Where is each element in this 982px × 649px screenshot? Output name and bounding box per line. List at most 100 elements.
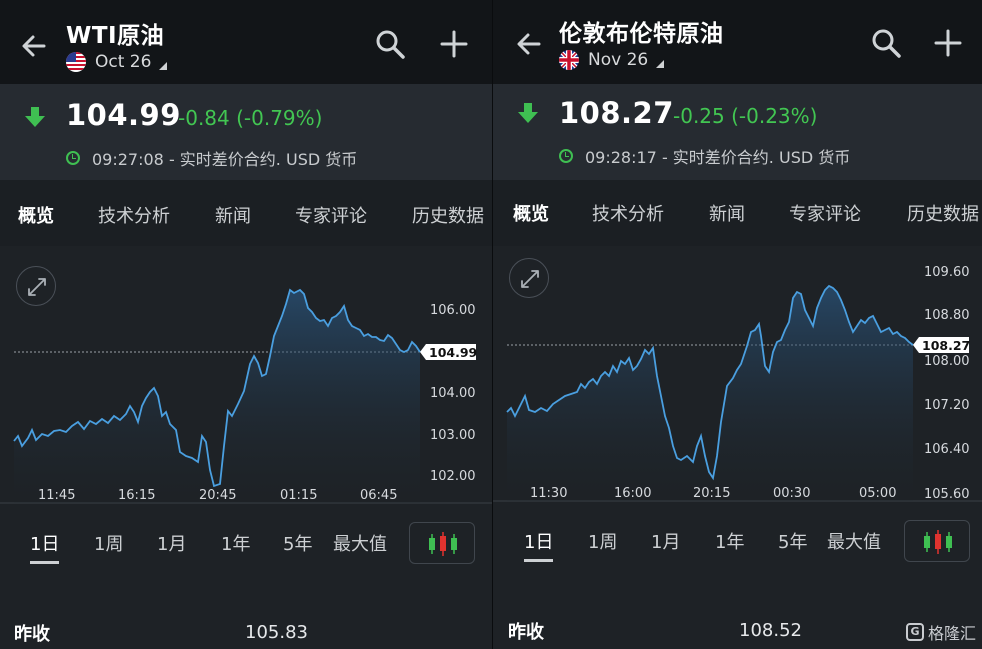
timeframe-1w[interactable]: 1周 [588, 528, 617, 554]
x-tick-label: 11:30 [530, 486, 567, 501]
price-chart[interactable]: 106.00 104.00 103.00 102.00 104.99 11:45… [0, 246, 492, 516]
x-tick-label: 20:15 [693, 486, 730, 501]
brent-panel: 伦敦布伦特原油 Nov 26 108.27 -0.25 (-0.23%) 09:… [493, 0, 982, 649]
tab-overview[interactable]: 概览 [18, 202, 54, 228]
add-watchlist-icon[interactable] [440, 30, 468, 58]
tab-bar: 概览 技术分析 新闻 专家评论 历史数据 [0, 180, 492, 246]
area-fill [507, 286, 913, 501]
y-tick-label: 109.60 [924, 265, 970, 280]
expand-chart-button[interactable] [509, 258, 549, 298]
quote-time: 09:27:08 - 实时差价合约. USD 货币 [66, 146, 357, 170]
prev-close-value: 105.83 [245, 622, 308, 643]
watermark-text: 格隆汇 [927, 624, 976, 643]
prev-close-value: 108.52 [739, 620, 802, 641]
price-change: -0.25 (-0.23%) [673, 104, 818, 128]
search-icon[interactable] [374, 28, 406, 60]
quote-time-text: 09:28:17 - 实时差价合约. USD 货币 [585, 148, 851, 167]
x-tick-label: 16:15 [118, 488, 155, 503]
timeframe-1d[interactable]: 1日 [30, 530, 60, 564]
y-tick-label: 106.40 [924, 442, 970, 457]
timeframe-max[interactable]: 最大值 [333, 530, 387, 556]
dropdown-corner-icon [159, 62, 168, 70]
tab-technical[interactable]: 技术分析 [592, 200, 664, 226]
timeframe-1w[interactable]: 1周 [94, 530, 123, 556]
x-tick-label: 00:30 [773, 486, 810, 501]
timeframe-1d[interactable]: 1日 [524, 528, 554, 562]
last-price: 104.99 [66, 98, 181, 132]
tab-technical[interactable]: 技术分析 [98, 202, 170, 228]
prev-close-label: 昨收 [508, 622, 544, 643]
area-fill [14, 290, 420, 503]
clock-icon [66, 151, 80, 165]
last-price: 108.27 [559, 96, 674, 130]
top-bar: WTI原油 Oct 26 [0, 0, 492, 84]
candlestick-toggle-button[interactable] [904, 520, 970, 562]
x-tick-label: 11:45 [38, 488, 75, 503]
y-tick-label: 107.20 [924, 398, 970, 413]
x-tick-label: 01:15 [280, 488, 317, 503]
contract-expiry: Nov 26 [588, 50, 649, 70]
tab-history[interactable]: 历史数据 [907, 200, 979, 226]
contract-selector[interactable]: Oct 26 [66, 52, 168, 72]
watermark: G 格隆汇 [905, 620, 976, 644]
quote-time-text: 09:27:08 - 实时差价合约. USD 货币 [92, 150, 358, 169]
tab-analysis[interactable]: 专家评论 [295, 202, 367, 228]
expand-chart-button[interactable] [16, 266, 56, 306]
prev-close-label: 昨收 [14, 624, 50, 645]
quote-time: 09:28:17 - 实时差价合约. USD 货币 [559, 144, 850, 168]
y-tick-label: 102.00 [430, 469, 476, 484]
y-tick-label: 104.00 [430, 386, 476, 401]
quote-section: 108.27 -0.25 (-0.23%) 09:28:17 - 实时差价合约.… [493, 84, 982, 180]
contract-selector[interactable]: Nov 26 [559, 50, 665, 70]
y-tick-label: 106.00 [430, 303, 476, 318]
x-tick-label: 05:00 [859, 486, 896, 501]
y-tick-label: 103.00 [430, 428, 476, 443]
timeframe-5y[interactable]: 5年 [283, 530, 312, 556]
timeframe-1m[interactable]: 1月 [157, 530, 186, 556]
clock-icon [559, 149, 573, 163]
chart-svg: 109.60 108.80 108.00 107.20 106.40 105.6… [493, 265, 982, 502]
expand-icon [28, 278, 46, 296]
instrument-title: 伦敦布伦特原油 [559, 21, 724, 47]
current-price-label: 104.99 [429, 345, 477, 360]
back-arrow-icon[interactable] [18, 30, 50, 62]
timeframe-1y[interactable]: 1年 [715, 528, 744, 554]
y-tick-label: 105.60 [924, 487, 970, 502]
chart-svg: 106.00 104.00 103.00 102.00 104.99 11:45… [0, 288, 492, 504]
tab-bar: 概览 技术分析 新闻 专家评论 历史数据 [493, 180, 982, 246]
candlestick-icon [429, 532, 457, 556]
x-tick-label: 06:45 [360, 488, 397, 503]
top-bar: 伦敦布伦特原油 Nov 26 [493, 0, 982, 84]
candlestick-toggle-button[interactable] [409, 522, 475, 564]
tab-news[interactable]: 新闻 [709, 200, 745, 226]
us-flag-icon [66, 52, 86, 72]
y-tick-label: 108.00 [924, 354, 970, 369]
down-arrow-icon [518, 103, 538, 123]
tab-news[interactable]: 新闻 [215, 202, 251, 228]
tab-history[interactable]: 历史数据 [412, 202, 484, 228]
down-arrow-icon [25, 107, 45, 127]
price-change: -0.84 (-0.79%) [178, 106, 323, 130]
price-chart[interactable]: 109.60 108.80 108.00 107.20 106.40 105.6… [493, 246, 982, 516]
instrument-title: WTI原油 [66, 23, 165, 49]
tab-analysis[interactable]: 专家评论 [789, 200, 861, 226]
x-tick-label: 16:00 [614, 486, 651, 501]
y-tick-label: 108.80 [924, 308, 970, 323]
contract-expiry: Oct 26 [95, 52, 152, 72]
timeframe-max[interactable]: 最大值 [827, 528, 881, 554]
quote-section: 104.99 -0.84 (-0.79%) 09:27:08 - 实时差价合约.… [0, 84, 492, 180]
timeframe-1y[interactable]: 1年 [221, 530, 250, 556]
x-tick-label: 20:45 [199, 488, 236, 503]
timeframe-1m[interactable]: 1月 [651, 528, 680, 554]
tab-overview[interactable]: 概览 [513, 200, 549, 226]
search-icon[interactable] [870, 27, 902, 59]
timeframe-5y[interactable]: 5年 [778, 528, 807, 554]
expand-icon [521, 270, 539, 288]
uk-flag-icon [559, 50, 579, 70]
wti-panel: WTI原油 Oct 26 104.99 -0.84 (-0.79%) 09:27… [0, 0, 492, 649]
add-watchlist-icon[interactable] [934, 29, 962, 57]
back-arrow-icon[interactable] [513, 28, 545, 60]
current-price-label: 108.27 [922, 338, 970, 353]
dropdown-corner-icon [656, 60, 665, 68]
watermark-logo-icon: G [905, 623, 924, 641]
